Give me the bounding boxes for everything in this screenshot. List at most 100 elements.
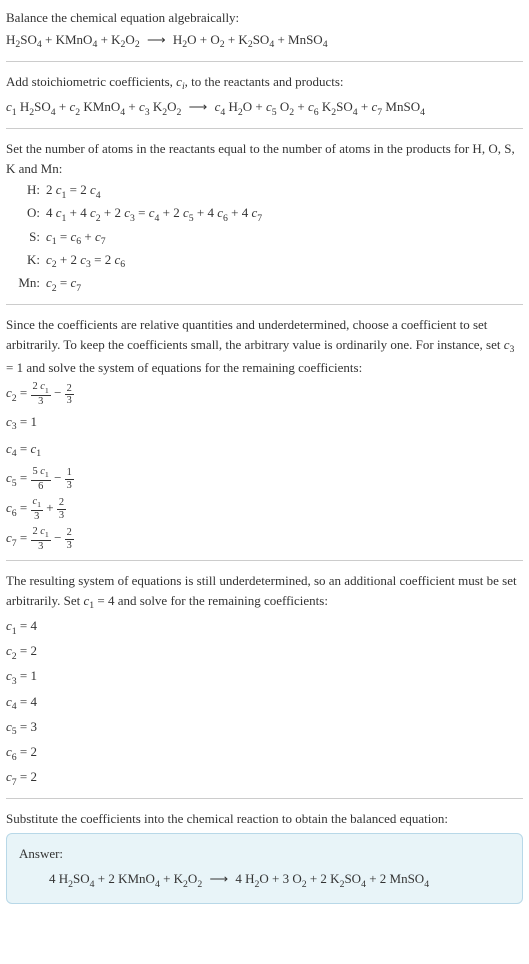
divider: [6, 304, 523, 305]
coef-sub: 3: [145, 107, 150, 118]
eq-part: SO: [344, 871, 361, 886]
coef-var: c: [308, 99, 314, 114]
t: + 2: [57, 252, 81, 267]
fd: 6: [31, 481, 51, 492]
atom-eq: c2 = c7: [46, 273, 81, 296]
coef-var: c: [266, 99, 272, 114]
op: +: [43, 500, 57, 515]
fd: 3: [31, 511, 44, 522]
coef-sub: 1: [12, 107, 17, 118]
eq-sub: 2: [121, 39, 126, 50]
coef-sub: 6: [314, 107, 319, 118]
cs: 1: [36, 448, 41, 459]
coef-sub: 3: [510, 344, 515, 355]
atom-row-o: O: 4 c1 + 4 c2 + 2 c3 = c4 + 2 c5 + 4 c6…: [10, 203, 523, 226]
atom-eq: 2 c1 = 2 c4: [46, 180, 101, 203]
eq-sub: 4: [92, 39, 97, 50]
answer-box: Answer: 4 H2SO4 + 2 KMnO4 + K2O2 ⟶ 4 H2O…: [6, 833, 523, 904]
eq-part: SO: [253, 32, 270, 47]
coef-c5: c5 = 5 c16 − 13: [6, 466, 523, 492]
atoms-section: Set the number of atoms in the reactants…: [6, 139, 523, 296]
eq-part: + 2 K: [307, 871, 340, 886]
atom-row-k: K: c2 + 2 c3 = 2 c6: [10, 250, 523, 273]
eq-part: O + 3 O: [259, 871, 301, 886]
arrow-icon: ⟶: [140, 32, 173, 47]
op: −: [51, 470, 65, 485]
c: c: [6, 668, 12, 683]
plus: +: [125, 99, 139, 114]
eq: =: [17, 470, 31, 485]
eq-sub: 4: [90, 879, 95, 890]
eq-sub: 4: [323, 39, 328, 50]
atoms-intro: Set the number of atoms in the reactants…: [6, 139, 523, 178]
eq: =: [17, 530, 31, 545]
fn: 1: [37, 500, 41, 509]
fd: 3: [57, 510, 66, 521]
atom-equations: H: 2 c1 = 2 c4 O: 4 c1 + 4 c2 + 2 c3 = c…: [10, 180, 523, 296]
fraction: 23: [57, 497, 66, 521]
atom-label: Mn:: [10, 273, 40, 293]
fd: 3: [65, 540, 74, 551]
eq-part: + MnSO: [274, 32, 323, 47]
cs: 7: [12, 777, 17, 788]
eq-sub: 2: [254, 879, 259, 890]
r: = 1: [17, 668, 37, 683]
eq-sub: 4: [424, 879, 429, 890]
eq-part: + K: [160, 871, 183, 886]
coef-sub: 5: [272, 107, 277, 118]
cs: 4: [96, 190, 101, 201]
coef-var: c: [504, 337, 510, 352]
eq-part: O + O: [187, 32, 220, 47]
eq-sub: 4: [269, 39, 274, 50]
coef-c7: c7 = 2 c13 − 23: [6, 526, 523, 552]
eq-sub: 2: [162, 107, 167, 118]
divider: [6, 128, 523, 129]
t: + 2: [101, 205, 125, 220]
coef-sub: 4: [220, 107, 225, 118]
c: c: [6, 744, 12, 759]
divider: [6, 560, 523, 561]
cs: 5: [189, 213, 194, 224]
text-part: = 1 and solve the system of equations fo…: [6, 360, 362, 375]
fraction: 2 c13: [31, 381, 51, 407]
t: 2: [46, 182, 56, 197]
eq-sub: 2: [238, 107, 243, 118]
eq-part: K: [150, 99, 163, 114]
eq-sub: 2: [29, 107, 34, 118]
c: c: [6, 500, 12, 515]
eq-part: + 2 MnSO: [366, 871, 424, 886]
eq-part: O: [167, 99, 176, 114]
c: c: [6, 769, 12, 784]
fd: 3: [31, 396, 51, 407]
c: c: [6, 414, 12, 429]
coef-row: c4 = 4: [6, 692, 523, 715]
eq-sub: 2: [340, 879, 345, 890]
text-part: Add stoichiometric coefficients,: [6, 74, 176, 89]
eq-sub: 2: [68, 879, 73, 890]
cs: 7: [101, 236, 106, 247]
eq: =: [17, 441, 31, 456]
t: =: [135, 205, 149, 220]
c: c: [56, 205, 62, 220]
coef-sub: 2: [75, 107, 80, 118]
c: c: [46, 229, 52, 244]
eq-sub: 4: [51, 107, 56, 118]
fraction: 13: [65, 467, 74, 491]
eq-part: H: [173, 32, 182, 47]
eq-sub: 4: [155, 879, 160, 890]
eq: =: [17, 500, 31, 515]
coef-row: c5 = 3: [6, 717, 523, 740]
stoich-section: Add stoichiometric coefficients, ci, to …: [6, 72, 523, 120]
eq-sub: 2: [177, 107, 182, 118]
eq-part: K: [319, 99, 332, 114]
atom-label: O:: [10, 203, 40, 223]
atom-row-mn: Mn: c2 = c7: [10, 273, 523, 296]
answer-label: Answer:: [19, 844, 510, 864]
r: = 2: [17, 643, 37, 658]
eq-part: SO: [20, 32, 37, 47]
cs: 6: [12, 752, 17, 763]
op: −: [51, 530, 65, 545]
fn: 1: [45, 470, 49, 479]
coef-c4: c4 = c1: [6, 439, 523, 462]
r: = 2: [17, 744, 37, 759]
